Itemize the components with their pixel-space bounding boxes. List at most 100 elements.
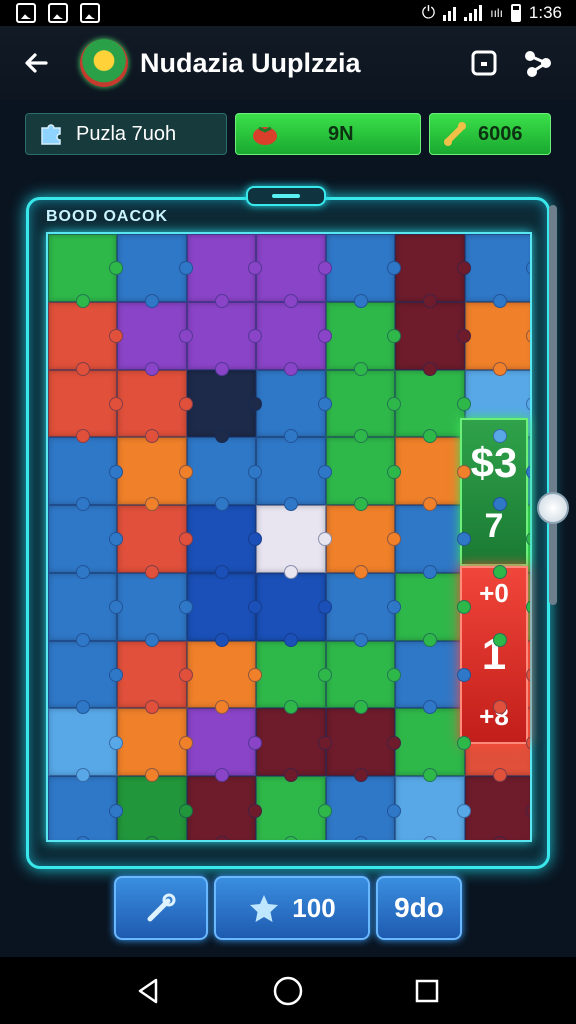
puzzle-piece[interactable] (48, 572, 124, 647)
puzzle-piece[interactable] (48, 301, 124, 376)
puzzle-piece[interactable] (325, 708, 402, 782)
puzzle-piece[interactable] (186, 776, 263, 840)
puzzle-board[interactable] (46, 232, 532, 842)
puzzle-piece[interactable] (186, 301, 263, 376)
status-bar: ⏻ ıılı 1:36 (0, 0, 576, 26)
clock: 1:36 (528, 3, 562, 22)
system-nav-bar (0, 957, 576, 1024)
wifi-icon (443, 5, 457, 21)
green-score-bottom: 7 (484, 506, 504, 545)
puzzle-piece[interactable] (256, 776, 333, 840)
star-icon (250, 895, 279, 922)
puzzle-piece[interactable] (48, 234, 124, 308)
tool-button[interactable] (114, 876, 208, 940)
puzzle-piece[interactable] (48, 437, 124, 511)
puzzle-piece[interactable] (395, 708, 472, 782)
red-score-panel: +0 1 +8 (460, 566, 528, 744)
puzzle-piece[interactable] (117, 369, 194, 444)
save-icon[interactable] (464, 43, 504, 83)
puzzle-piece[interactable] (325, 776, 402, 840)
puzzle-piece[interactable] (325, 234, 402, 308)
puzzle-piece[interactable] (395, 776, 472, 840)
puzzle-piece[interactable] (395, 640, 472, 715)
puzzle-piece[interactable] (117, 234, 194, 308)
wrench-icon (147, 893, 176, 922)
puzzle-piece[interactable] (48, 505, 124, 579)
nav-recents-icon[interactable] (407, 971, 447, 1011)
alarm-icon: ⏻ (421, 3, 436, 22)
puzzle-piece[interactable] (256, 572, 333, 647)
puzzle-piece[interactable] (256, 505, 333, 579)
puzzle-piece[interactable] (395, 505, 472, 579)
zoom-slider-knob[interactable] (537, 492, 569, 524)
puzzle-piece[interactable] (325, 301, 402, 376)
puzzle-piece[interactable] (325, 505, 402, 579)
app-bar: Nudazia Uuplzzia (0, 26, 576, 100)
puzzle-piece[interactable] (256, 234, 333, 308)
game-logo-icon (80, 39, 128, 87)
puzzle-piece[interactable] (395, 301, 472, 376)
puzzle-piece[interactable] (117, 301, 194, 376)
puzzle-piece[interactable] (186, 708, 263, 782)
green-score-top: $3 (470, 438, 518, 486)
star-score-button[interactable]: 100 (214, 876, 370, 940)
puzzle-piece[interactable] (117, 437, 194, 511)
photo-notification-icon (16, 3, 36, 23)
puzzle-piece[interactable] (48, 708, 124, 782)
zoom-slider-track[interactable] (549, 205, 557, 605)
puzzle-piece[interactable] (256, 640, 333, 715)
coins-chip: 6006 (429, 113, 551, 155)
puzzle-piece[interactable] (117, 640, 194, 715)
go-label: 9do (394, 892, 444, 923)
puzzle-piece[interactable] (395, 572, 472, 647)
puzzle-piece[interactable] (325, 369, 402, 444)
puzzle-piece[interactable] (256, 301, 333, 376)
puzzle-piece[interactable] (325, 640, 402, 715)
puzzle-piece[interactable] (117, 505, 194, 579)
battery-icon (510, 4, 521, 22)
puzzle-piece[interactable] (186, 437, 263, 511)
puzzle-piece[interactable] (48, 369, 124, 444)
puzzle-piece[interactable] (395, 234, 472, 308)
moves-value: 9N (328, 122, 354, 145)
puzzle-piece[interactable] (186, 640, 263, 715)
puzzle-piece[interactable] (325, 572, 402, 647)
nav-back-icon[interactable] (129, 971, 169, 1011)
moves-chip: 9N (235, 113, 421, 155)
puzzle-name: Puzla 7uoh (76, 122, 177, 145)
puzzle-piece[interactable] (117, 776, 194, 840)
status-indicators: ⏻ ıılı 1:36 (422, 3, 562, 23)
puzzle-piece[interactable] (48, 776, 124, 840)
puzzle-piece[interactable] (464, 301, 530, 376)
puzzle-piece[interactable] (48, 640, 124, 715)
puzzle-piece[interactable] (117, 572, 194, 647)
coins-value: 6006 (478, 122, 523, 145)
board-label: BOOD OACOK (46, 208, 168, 225)
action-bar: 100 9do (114, 876, 462, 940)
signal-text: ıılı (490, 6, 503, 20)
back-arrow-icon[interactable] (18, 45, 54, 81)
status-notifications (16, 3, 100, 23)
nav-home-icon[interactable] (268, 971, 308, 1011)
puzzle-piece[interactable] (256, 369, 333, 444)
stats-row: Puzla 7uoh 9N 6006 (25, 113, 551, 155)
puzzle-piece[interactable] (117, 708, 194, 782)
app-notification-icon (80, 3, 100, 23)
puzzle-piece[interactable] (256, 437, 333, 511)
puzzle-piece[interactable] (395, 437, 472, 511)
puzzle-piece[interactable] (186, 505, 263, 579)
bone-icon (444, 122, 466, 146)
cell-signal-icon (464, 5, 483, 21)
puzzle-piece[interactable] (186, 234, 263, 308)
puzzle-piece[interactable] (256, 708, 333, 782)
puzzle-piece[interactable] (464, 234, 530, 308)
frame-handle[interactable] (246, 186, 326, 206)
share-icon[interactable] (518, 43, 558, 83)
go-button[interactable]: 9do (376, 876, 462, 940)
puzzle-piece[interactable] (464, 776, 530, 840)
puzzle-piece[interactable] (186, 369, 263, 444)
puzzle-piece[interactable] (325, 437, 402, 511)
puzzle-piece[interactable] (395, 369, 472, 444)
star-score-value: 100 (292, 892, 336, 923)
puzzle-piece[interactable] (186, 572, 263, 647)
